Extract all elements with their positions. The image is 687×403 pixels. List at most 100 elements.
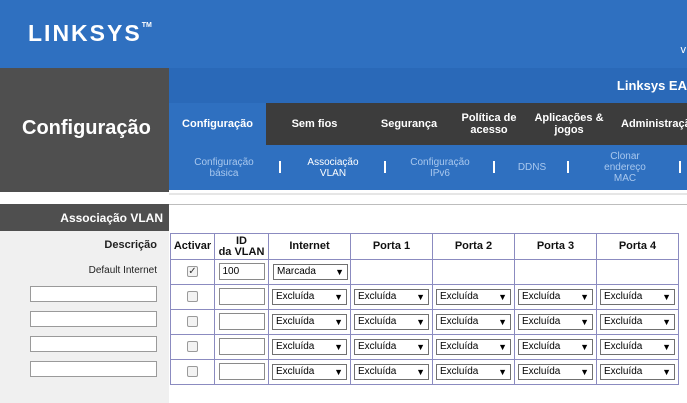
vlan-section-title: Associação VLAN bbox=[60, 211, 163, 225]
description-input-3[interactable] bbox=[30, 311, 157, 327]
description-input-4[interactable] bbox=[30, 336, 157, 352]
subtab-associacao-vlan[interactable]: Associação VLAN bbox=[293, 145, 373, 190]
enable-checkbox[interactable] bbox=[187, 291, 198, 303]
enable-checkbox[interactable] bbox=[187, 341, 198, 353]
table-row: ✓ 100 Marcada ▼ bbox=[170, 259, 679, 285]
dropdown-arrow-icon: ▼ bbox=[335, 266, 344, 277]
subtab-clonar-endereco-mac[interactable]: Clonar endereço MAC bbox=[589, 145, 661, 190]
internet-select[interactable]: Excluída ▼ bbox=[272, 338, 347, 355]
header-internet: Internet bbox=[268, 233, 351, 260]
porta-3-select[interactable]: Excluída ▼ bbox=[518, 313, 593, 330]
internet-select[interactable]: Excluída ▼ bbox=[272, 288, 347, 305]
dropdown-arrow-icon: ▼ bbox=[580, 316, 589, 327]
vlan-id-input[interactable]: 100 bbox=[218, 263, 265, 281]
header-porta-1: Porta 1 bbox=[350, 233, 433, 260]
dropdown-arrow-icon: ▼ bbox=[334, 291, 343, 302]
model-bar: Linksys EA bbox=[169, 68, 687, 103]
dropdown-arrow-icon: ▼ bbox=[580, 291, 589, 302]
header-porta-3: Porta 3 bbox=[514, 233, 597, 260]
dropdown-arrow-icon: ▼ bbox=[416, 341, 425, 352]
vlan-table: Activar ID da VLAN Internet Porta 1 Porta… bbox=[170, 233, 679, 385]
subtab-configuracao-ipv6[interactable]: Configuração IPv6 bbox=[397, 145, 483, 190]
description-input-2[interactable] bbox=[30, 286, 157, 302]
tab-sem-fios[interactable]: Sem fios bbox=[266, 103, 363, 145]
vlan-id-input[interactable] bbox=[218, 313, 265, 331]
section-header-panel: Configuração bbox=[0, 68, 169, 192]
dropdown-arrow-icon: ▼ bbox=[416, 366, 425, 377]
subtab-ddns[interactable]: DDNS bbox=[507, 145, 557, 190]
dropdown-arrow-icon: ▼ bbox=[498, 316, 507, 327]
description-label: Descrição bbox=[104, 239, 157, 251]
header-vlan-id: ID da VLAN bbox=[214, 233, 269, 260]
tab-aplicacoes-jogos[interactable]: Aplicações & jogos bbox=[529, 103, 609, 145]
subtab-separator bbox=[567, 161, 569, 173]
dropdown-arrow-icon: ▼ bbox=[498, 341, 507, 352]
enable-checkbox[interactable] bbox=[187, 366, 198, 378]
porta-2-select[interactable]: Excluída ▼ bbox=[436, 313, 511, 330]
dropdown-arrow-icon: ▼ bbox=[334, 341, 343, 352]
porta-1-select[interactable]: Excluída ▼ bbox=[354, 313, 429, 330]
dropdown-arrow-icon: ▼ bbox=[416, 291, 425, 302]
porta-2-select[interactable]: Excluída ▼ bbox=[436, 288, 511, 305]
vlan-id-input[interactable] bbox=[218, 363, 265, 381]
tab-administracao[interactable]: Administração bbox=[621, 103, 687, 145]
dropdown-arrow-icon: ▼ bbox=[498, 291, 507, 302]
dropdown-arrow-icon: ▼ bbox=[662, 366, 671, 377]
subtab-configuracao-basica[interactable]: Configuração básica bbox=[181, 145, 267, 190]
porta-2-empty-cell bbox=[432, 259, 515, 285]
internet-select[interactable]: Excluída ▼ bbox=[272, 313, 347, 330]
internet-select[interactable]: Marcada ▼ bbox=[273, 263, 348, 280]
linksys-logo: LINKSYSTM bbox=[28, 20, 152, 46]
main-tabs: Configuração Sem fios Segurança Política… bbox=[169, 103, 687, 145]
section-title: Configuração bbox=[22, 117, 151, 139]
description-input-5[interactable] bbox=[30, 361, 157, 377]
internet-select[interactable]: Excluída ▼ bbox=[272, 363, 347, 380]
porta-1-select[interactable]: Excluída ▼ bbox=[354, 288, 429, 305]
dropdown-arrow-icon: ▼ bbox=[580, 366, 589, 377]
vlan-id-input[interactable] bbox=[218, 338, 265, 356]
dropdown-arrow-icon: ▼ bbox=[416, 316, 425, 327]
dropdown-arrow-icon: ▼ bbox=[662, 291, 671, 302]
porta-3-empty-cell bbox=[514, 259, 597, 285]
divider bbox=[169, 204, 687, 205]
sub-tabs: Configuração básica Associação VLAN Config… bbox=[169, 145, 687, 190]
subtab-separator bbox=[279, 161, 281, 173]
model-name: Linksys EA bbox=[616, 78, 687, 93]
subtab-separator bbox=[493, 161, 495, 173]
porta-1-select[interactable]: Excluída ▼ bbox=[354, 363, 429, 380]
porta-2-select[interactable]: Excluída ▼ bbox=[436, 338, 511, 355]
porta-2-select[interactable]: Excluída ▼ bbox=[436, 363, 511, 380]
vlan-section-header: Associação VLAN bbox=[0, 204, 169, 231]
dropdown-arrow-icon: ▼ bbox=[662, 341, 671, 352]
dropdown-arrow-icon: ▼ bbox=[662, 316, 671, 327]
table-row: Excluída ▼ Excluída ▼ Excluída ▼ Excluída ▼ … bbox=[170, 334, 679, 360]
tab-politica-de-acesso[interactable]: Política de acesso bbox=[451, 103, 527, 145]
dropdown-arrow-icon: ▼ bbox=[334, 316, 343, 327]
porta-3-select[interactable]: Excluída ▼ bbox=[518, 363, 593, 380]
enable-checkbox[interactable] bbox=[187, 316, 198, 328]
default-internet-label: Default Internet bbox=[88, 265, 157, 276]
header-porta-2: Porta 2 bbox=[432, 233, 515, 260]
tab-seguranca[interactable]: Segurança bbox=[369, 103, 449, 145]
dropdown-arrow-icon: ▼ bbox=[334, 366, 343, 377]
porta-4-select[interactable]: Excluída ▼ bbox=[600, 363, 675, 380]
dropdown-arrow-icon: ▼ bbox=[498, 366, 507, 377]
header-porta-4: Porta 4 bbox=[596, 233, 679, 260]
subtab-underline bbox=[169, 190, 687, 195]
porta-3-select[interactable]: Excluída ▼ bbox=[518, 338, 593, 355]
tab-configuracao[interactable]: Configuração bbox=[169, 103, 266, 145]
table-row: Excluída ▼ Excluída ▼ Excluída ▼ Excluída ▼ … bbox=[170, 359, 679, 385]
dropdown-arrow-icon: ▼ bbox=[580, 341, 589, 352]
porta-4-select[interactable]: Excluída ▼ bbox=[600, 338, 675, 355]
enable-checkbox[interactable]: ✓ bbox=[187, 266, 198, 278]
porta-1-select[interactable]: Excluída ▼ bbox=[354, 338, 429, 355]
header-fragment-text: v bbox=[680, 44, 687, 56]
porta-4-select[interactable]: Excluída ▼ bbox=[600, 288, 675, 305]
porta-4-select[interactable]: Excluída ▼ bbox=[600, 313, 675, 330]
vlan-id-input[interactable] bbox=[218, 288, 265, 306]
porta-3-select[interactable]: Excluída ▼ bbox=[518, 288, 593, 305]
left-spacer bbox=[0, 192, 169, 204]
table-row: Excluída ▼ Excluída ▼ Excluída ▼ Excluída ▼ … bbox=[170, 284, 679, 310]
porta-1-empty-cell bbox=[350, 259, 433, 285]
table-header-row: Activar ID da VLAN Internet Porta 1 Porta… bbox=[170, 233, 679, 260]
